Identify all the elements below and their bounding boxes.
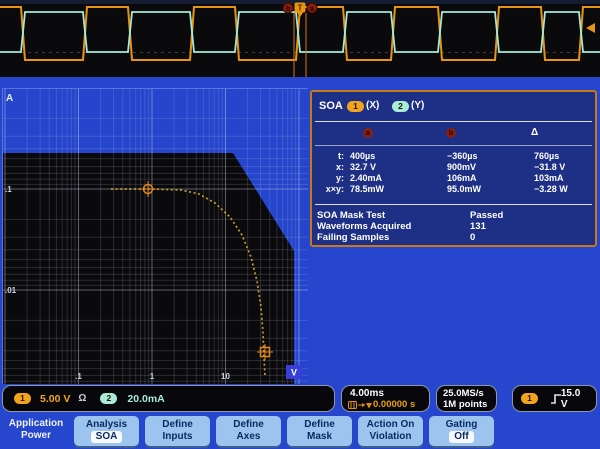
cursor-b-marker[interactable]: b [283, 3, 293, 13]
soa-panel-title: SOA [319, 100, 343, 112]
waveform-display: b aT [0, 0, 600, 77]
cursor-b-value: 106mA [447, 173, 534, 184]
menu-button-line1: Define [287, 419, 352, 431]
oscilloscope-screen: baT .1110.1.01AV SOA 1 (X) 2 (Y) a b Δ t… [0, 0, 600, 449]
menu-button-line2: Mask [287, 431, 352, 443]
cursor-b-value: 95.0mW [447, 184, 534, 195]
rising-edge-slope-icon [550, 393, 561, 405]
cursor-a-column-badge: a [363, 128, 373, 138]
channel2-badge: 2 [392, 101, 409, 112]
summary-value: 0 [470, 232, 503, 243]
cursor-a-value: 2.40mA [350, 173, 447, 184]
mask-test-summary: SOA Mask TestPassedWaveforms Acquired131… [317, 210, 503, 243]
menu-button-line1: Define [216, 419, 281, 431]
cursor-b-column-badge: b [446, 128, 456, 138]
menu-group-label: Application Power [0, 418, 72, 442]
delta-value: 103mA [534, 173, 568, 184]
summary-value: Passed [470, 210, 503, 221]
menu-button-line2: Axes [216, 431, 281, 443]
menu-button-line1: Action On [358, 419, 423, 431]
timebase-readout: 4.00ms [350, 388, 429, 399]
cursor-measurement-table: t:400µs−360µs760µs x:32.7 V900mV−31.8 V y:… [314, 151, 568, 195]
menu-group-line1: Application [0, 418, 72, 430]
cursor-a-marker[interactable]: a [307, 3, 317, 13]
svg-text:a: a [310, 6, 314, 13]
menu-button-line2: Off [449, 431, 473, 443]
cursor-b-value: −360µs [447, 151, 534, 162]
menu-button-soa[interactable]: AnalysisSOA [74, 416, 139, 446]
menu-button-violation[interactable]: Action OnViolation [358, 416, 423, 446]
ch1-scale-readout: 5.00 V [40, 393, 70, 405]
y-axis-tick-label: .01 [5, 286, 17, 295]
trigger-level-readout: 15.0 V [561, 388, 587, 410]
measurement-row-label: x: [314, 162, 350, 173]
menu-button-axes[interactable]: DefineAxes [216, 416, 281, 446]
menu-group-line2: Power [0, 430, 72, 442]
menu-button-line1: Define [145, 419, 210, 431]
cursor-b-value: 900mV [447, 162, 534, 173]
measurement-row-label: y: [314, 173, 350, 184]
menu-button-line2: Violation [358, 431, 423, 443]
summary-value: 131 [470, 221, 503, 232]
delta-value: −3.28 W [534, 184, 568, 195]
channel1-badge: 1 [347, 101, 364, 112]
summary-label: Failing Samples [317, 232, 470, 243]
svg-text:b: b [286, 6, 290, 13]
measurement-row-label: t: [314, 151, 350, 162]
y-axis-tick-label: .1 [5, 185, 12, 194]
measurement-row-label: x×y: [314, 184, 350, 195]
soa-results-panel: SOA 1 (X) 2 (Y) a b Δ t:400µs−360µs760µs… [310, 90, 597, 247]
sample-rate-readout: 25.0MS/s [443, 388, 496, 399]
x-axis-tick-label: 1 [150, 372, 155, 381]
menu-button-line2: Inputs [145, 431, 210, 443]
y-axis-unit-label: A [6, 93, 13, 104]
summary-label: SOA Mask Test [317, 210, 470, 221]
menu-button-off[interactable]: GatingOff [429, 416, 494, 446]
delta-column-header: Δ [531, 127, 538, 138]
ch2-scale-readout: 20.0mA [127, 393, 164, 405]
ch2-axis-label: (Y) [411, 100, 424, 111]
svg-text:T: T [298, 4, 303, 13]
menu-button-line1: Analysis [74, 419, 139, 431]
ch1-coupling-ohm: Ω [78, 393, 86, 404]
delta-value: 760µs [534, 151, 568, 162]
cursor-a-value: 78.5mW [350, 184, 447, 195]
cursor-a-value: 32.7 V [350, 162, 447, 173]
channel2-badge[interactable]: 2 [100, 393, 117, 404]
x-axis-tick-label: 10 [221, 372, 230, 381]
x-axis-unit-label: V [291, 368, 297, 378]
panel-separator [315, 121, 592, 122]
ch1-axis-label: (X) [366, 100, 379, 111]
horizontal-position-icon [348, 400, 373, 410]
trigger-readout-box[interactable]: 1 15.0 V [512, 385, 597, 412]
channel-readout-box[interactable]: 1 5.00 V Ω 2 20.0mA [2, 385, 335, 412]
x-axis-tick-label: .1 [75, 372, 82, 381]
menu-button-line2: SOA [91, 431, 123, 443]
trigger-source-badge: 1 [521, 393, 538, 404]
summary-label: Waveforms Acquired [317, 221, 470, 232]
trigger-position-readout: 0.00000 s [373, 399, 415, 410]
soa-plot: .1 1 10 .1 .01 A V [2, 88, 308, 384]
menu-button-inputs[interactable]: DefineInputs [145, 416, 210, 446]
panel-separator [315, 204, 592, 205]
menu-button-mask[interactable]: DefineMask [287, 416, 352, 446]
acquisition-readout-box[interactable]: 25.0MS/s 1M points [436, 385, 497, 412]
record-length-readout: 1M points [443, 399, 496, 410]
cursor-a-value: 400µs [350, 151, 447, 162]
horizontal-readout-box[interactable]: 4.00ms 0.00000 s [341, 385, 430, 412]
menu-button-line1: Gating [429, 419, 494, 431]
panel-separator [315, 145, 592, 146]
delta-value: −31.8 V [534, 162, 568, 173]
channel1-badge[interactable]: 1 [14, 393, 31, 404]
